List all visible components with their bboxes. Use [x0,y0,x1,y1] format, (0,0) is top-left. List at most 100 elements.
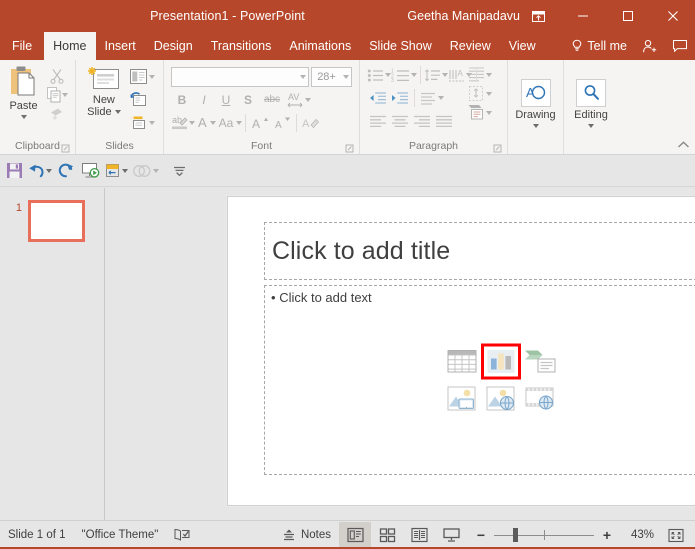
paste-chevron-down-icon[interactable] [21,115,27,119]
italic-button[interactable]: I [193,89,215,110]
slide-count[interactable]: Slide 1 of 1 [0,524,74,546]
vertical-align-button[interactable] [467,85,501,102]
redo-icon[interactable] [54,158,78,184]
thumbnail-row[interactable]: 1 [0,200,105,242]
font-dialog-launcher-icon[interactable] [345,144,354,153]
decrease-indent-button[interactable] [367,87,389,108]
layout-chevron-down-icon[interactable] [149,75,155,79]
new-slide-button[interactable]: New Slide [80,63,128,139]
slide-sorter-view-button[interactable] [371,522,403,549]
drawing-button[interactable]: A Drawing [512,63,559,139]
zoom-slider[interactable] [494,527,594,543]
insert-placeholder-chevron-down-icon[interactable] [122,169,128,173]
slide-thumbnail-1[interactable] [28,200,85,242]
bullets-button[interactable] [367,68,391,83]
tab-design[interactable]: Design [145,32,202,60]
clear-formatting-button[interactable]: A [300,112,322,133]
font-name-combo[interactable] [171,67,309,87]
align-right-button[interactable] [411,111,433,132]
merge-shapes-chevron-down-icon[interactable] [153,169,159,173]
copy-button[interactable] [47,87,68,103]
change-case-button[interactable]: Aa [216,116,243,130]
fit-to-window-icon[interactable] [663,524,689,546]
font-size-combo[interactable]: 28+ [311,67,352,87]
zoom-in-button[interactable]: + [599,526,615,544]
insert-table-icon[interactable] [444,346,480,378]
font-size-chevron-down-icon[interactable] [343,75,349,79]
columns-button[interactable] [467,66,501,83]
customize-qat-icon[interactable] [167,158,191,184]
zoom-out-button[interactable]: − [473,526,489,544]
editing-button[interactable]: Editing [568,63,614,139]
ribbon-display-options-icon[interactable] [516,0,560,32]
tab-view[interactable]: View [500,32,545,60]
decrease-font-size-button[interactable]: A [271,112,293,133]
tab-review[interactable]: Review [441,32,500,60]
insert-picture-icon[interactable] [444,383,480,415]
reset-button[interactable] [128,89,159,110]
tab-slide-show[interactable]: Slide Show [360,32,441,60]
layout-button[interactable] [128,66,159,87]
comments-icon[interactable] [665,32,695,60]
section-button[interactable] [128,112,159,133]
justify-button[interactable] [433,111,455,132]
slide-thumbnail-pane[interactable]: 1 [0,188,105,520]
text-direction-button[interactable] [424,68,448,83]
content-placeholder[interactable]: • Click to add text [264,285,695,475]
character-spacing-chevron-down-icon[interactable] [305,98,311,102]
tab-transitions[interactable]: Transitions [202,32,281,60]
minimize-icon[interactable] [560,0,605,32]
slide-show-button[interactable] [435,522,467,549]
insert-chart-icon[interactable] [483,346,519,378]
align-left-button[interactable] [367,111,389,132]
share-person-icon[interactable] [635,32,665,60]
tab-home[interactable]: Home [44,32,95,60]
format-painter-button[interactable] [46,104,68,124]
strikethrough-button[interactable]: abc [259,89,285,110]
text-highlight-color-button[interactable]: ab [171,114,195,131]
center-button[interactable] [389,111,411,132]
tab-file[interactable]: File [0,32,44,60]
theme-name[interactable]: "Office Theme" [74,524,167,546]
line-spacing-chevron-down-icon[interactable] [438,96,444,100]
close-icon[interactable] [650,0,695,32]
zoom-level-label[interactable]: 43% [620,529,654,541]
cut-button[interactable] [46,66,68,86]
line-spacing-button[interactable] [418,91,444,105]
text-shadow-button[interactable]: S [237,89,259,110]
clipboard-dialog-launcher-icon[interactable] [61,144,70,153]
insert-video-icon[interactable] [522,383,558,415]
smartart-chevron-down-icon[interactable] [486,111,492,115]
tab-animations[interactable]: Animations [280,32,360,60]
undo-button[interactable] [26,158,54,184]
tab-insert[interactable]: Insert [96,32,145,60]
font-name-chevron-down-icon[interactable] [300,75,306,79]
undo-chevron-down-icon[interactable] [46,169,52,173]
spell-check-button[interactable] [166,524,198,546]
slide-canvas[interactable]: Click to add title • Click to add text [227,196,695,506]
insert-online-picture-icon[interactable] [483,383,519,415]
numbering-button[interactable]: 1 2 3 [391,68,417,83]
paragraph-dialog-launcher-icon[interactable] [493,144,502,153]
zoom-slider-thumb[interactable] [513,528,518,542]
underline-button[interactable]: U [215,89,237,110]
copy-chevron-down-icon[interactable] [62,93,68,97]
vertical-align-chevron-down-icon[interactable] [486,92,492,96]
start-presentation-icon[interactable] [78,158,102,184]
columns-chevron-down-icon[interactable] [486,73,492,77]
increase-font-size-button[interactable]: A [249,112,271,133]
maximize-icon[interactable] [605,0,650,32]
bold-button[interactable]: B [171,89,193,110]
drawing-chevron-down-icon[interactable] [533,124,539,128]
numbering-chevron-down-icon[interactable] [411,73,417,77]
save-icon[interactable] [2,158,26,184]
notes-button[interactable]: Notes [274,524,339,546]
font-color-button[interactable]: A [195,115,216,130]
normal-view-button[interactable] [339,522,371,549]
section-chevron-down-icon[interactable] [149,121,155,125]
new-slide-chevron-down-icon[interactable] [115,110,121,114]
account-name[interactable]: Geetha Manipadavu [407,9,520,23]
convert-to-smartart-button[interactable] [467,104,501,121]
character-spacing-button[interactable]: AV [285,91,311,109]
change-case-chevron-down-icon[interactable] [236,121,242,125]
